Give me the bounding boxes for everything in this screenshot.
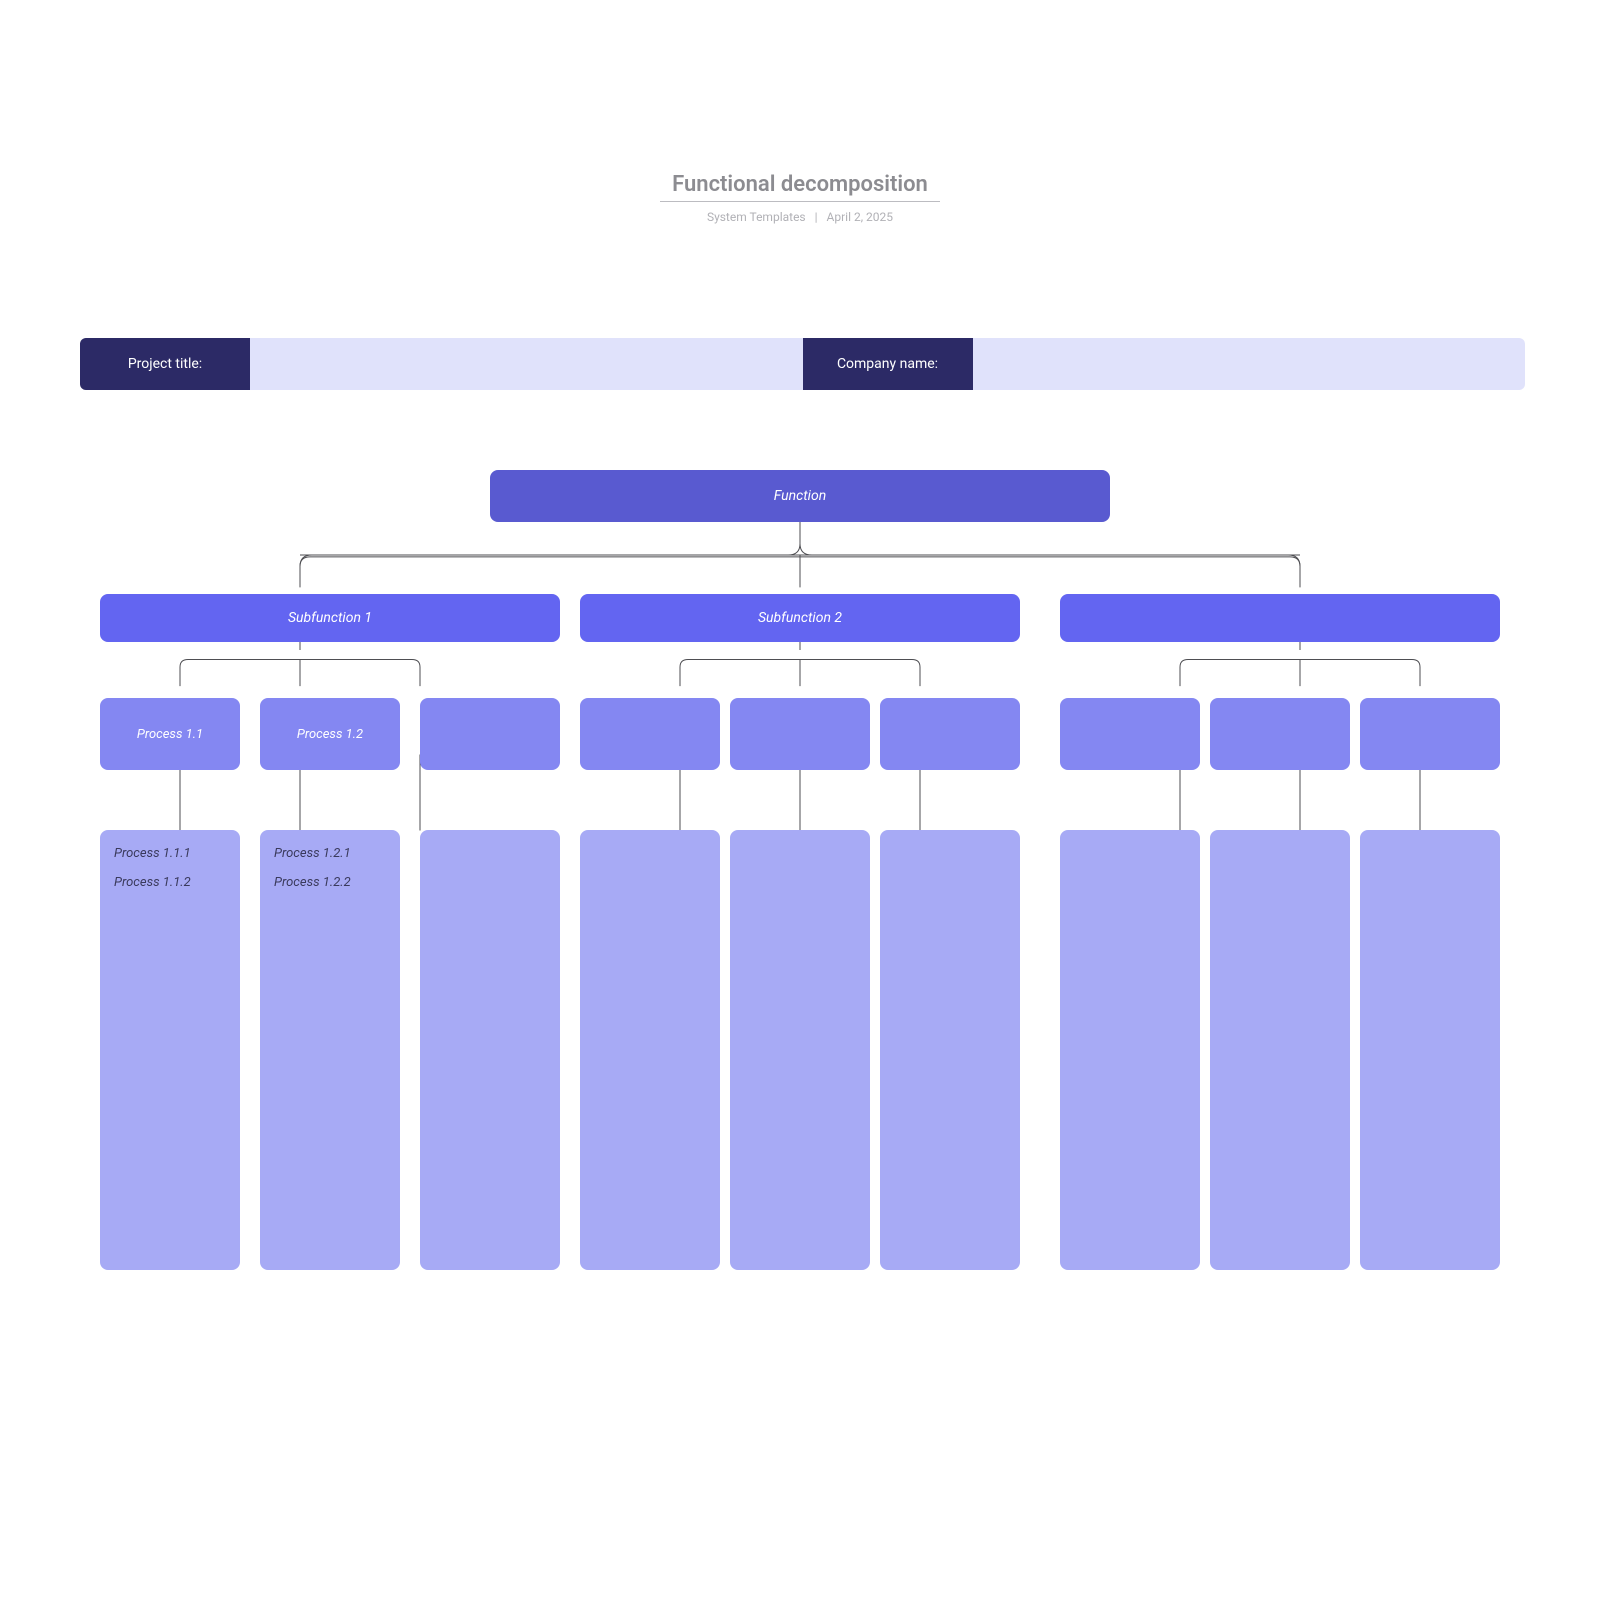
diagram-subheader: System Templates | April 2, 2025: [0, 210, 1600, 224]
process-node[interactable]: [420, 698, 560, 770]
diagram-header: Functional decomposition System Template…: [0, 172, 1600, 224]
company-name-field[interactable]: [973, 338, 1526, 390]
process-node[interactable]: Process 1.1: [100, 698, 240, 770]
process-node[interactable]: Process 1.2: [260, 698, 400, 770]
process-node[interactable]: [1360, 698, 1500, 770]
process-node[interactable]: [1060, 698, 1200, 770]
leaf-panel[interactable]: [1060, 830, 1200, 1270]
process-label: Process 1.1: [137, 727, 203, 742]
process-label: Process 1.2: [297, 727, 363, 742]
leaf-item: Process 1.1.1: [114, 846, 191, 861]
project-title-field[interactable]: [250, 338, 803, 390]
source-label: System Templates: [707, 210, 806, 224]
company-name-label: Company name:: [803, 338, 973, 390]
leaf-panel[interactable]: Process 1.2.1 Process 1.2.2: [260, 830, 400, 1270]
leaf-panel[interactable]: [880, 830, 1020, 1270]
leaf-panel[interactable]: [730, 830, 870, 1270]
process-node[interactable]: [580, 698, 720, 770]
process-node[interactable]: [880, 698, 1020, 770]
process-node[interactable]: [1210, 698, 1350, 770]
separator: |: [815, 210, 818, 224]
function-node[interactable]: Function: [490, 470, 1110, 522]
info-bar: Project title: Company name:: [80, 338, 1525, 390]
subfunction-label: Subfunction 1: [288, 610, 372, 626]
decomposition-diagram: Function Subfunction 1 Subfunction 2 Pro…: [0, 460, 1600, 1600]
leaf-panel[interactable]: [1360, 830, 1500, 1270]
subfunction-label: Subfunction 2: [758, 610, 842, 626]
date-label: April 2, 2025: [827, 210, 894, 224]
leaf-panel[interactable]: [420, 830, 560, 1270]
leaf-panel[interactable]: [1210, 830, 1350, 1270]
diagram-title: Functional decomposition: [660, 172, 940, 202]
leaf-panel[interactable]: Process 1.1.1 Process 1.1.2: [100, 830, 240, 1270]
process-node[interactable]: [730, 698, 870, 770]
leaf-item: Process 1.2.2: [274, 875, 351, 890]
project-title-label: Project title:: [80, 338, 250, 390]
leaf-item: Process 1.2.1: [274, 846, 351, 861]
leaf-panel[interactable]: [580, 830, 720, 1270]
leaf-item: Process 1.1.2: [114, 875, 191, 890]
subfunction-node[interactable]: Subfunction 2: [580, 594, 1020, 642]
subfunction-node[interactable]: [1060, 594, 1500, 642]
subfunction-node[interactable]: Subfunction 1: [100, 594, 560, 642]
function-label: Function: [774, 488, 826, 504]
